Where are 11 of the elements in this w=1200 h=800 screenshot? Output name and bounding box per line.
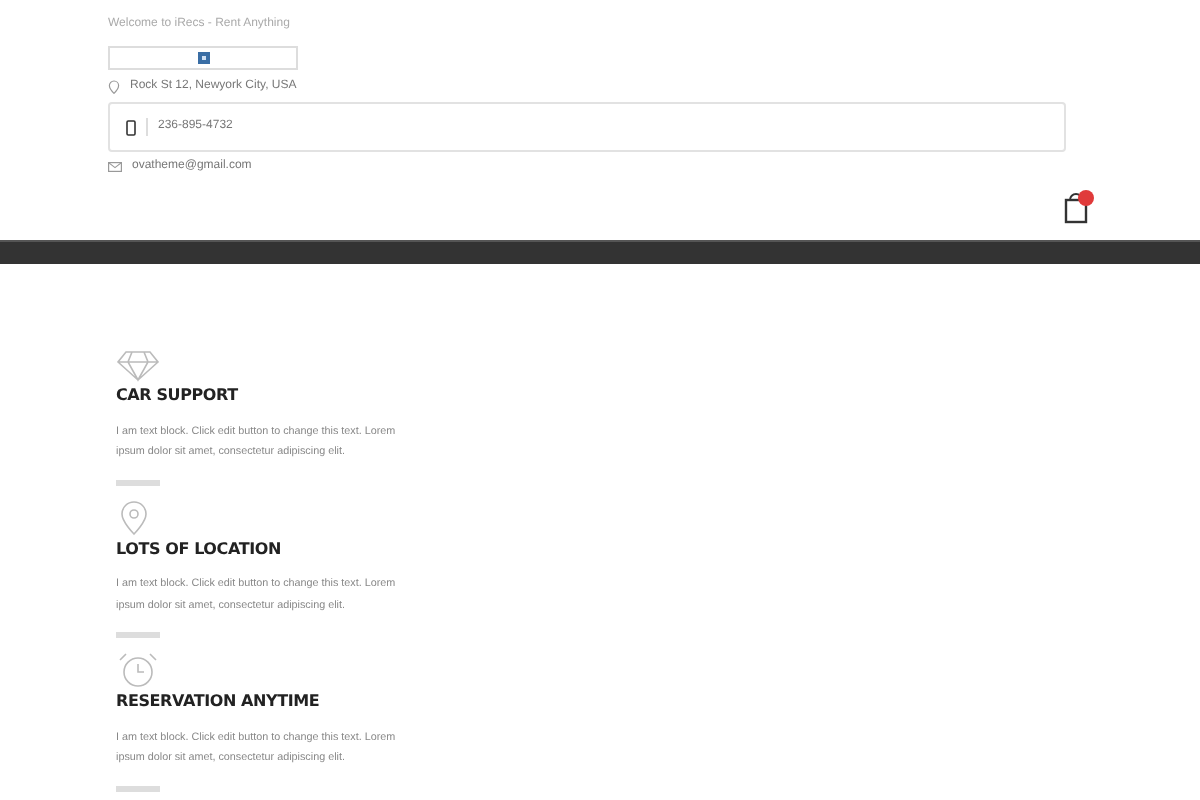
mail-icon xyxy=(108,162,122,172)
feature-title: CAR SUPPORT xyxy=(116,386,240,406)
broken-image-icon xyxy=(197,52,209,64)
feature-title: RESERVATION ANYTIME xyxy=(116,692,322,712)
location-pin-icon xyxy=(108,80,120,94)
location-pin-icon xyxy=(116,499,152,536)
alarm-clock-icon xyxy=(116,652,160,689)
phone-icon xyxy=(126,119,136,135)
cart-icon[interactable] xyxy=(1064,188,1096,224)
feature-title: LOTS OF LOCATION xyxy=(116,539,283,559)
diamond-icon xyxy=(116,350,160,382)
